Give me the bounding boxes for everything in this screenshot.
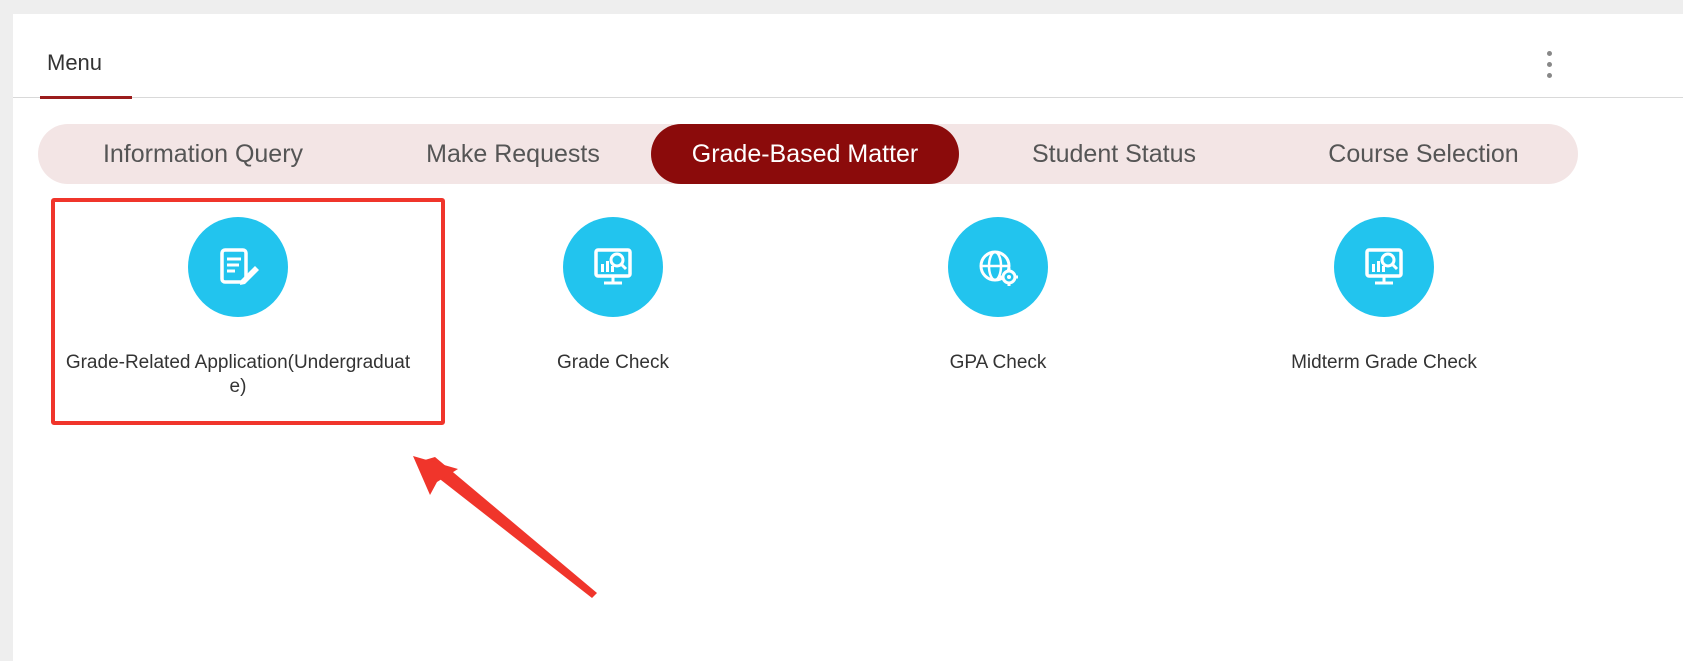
tab-grade-based-matter[interactable]: Grade-Based Matter <box>651 124 959 184</box>
more-options-icon[interactable] <box>1539 44 1559 84</box>
tile-label-line1: GPA Check <box>949 352 1047 373</box>
tab-make-requests[interactable]: Make Requests <box>368 124 658 184</box>
monitor-search-icon <box>1334 217 1434 317</box>
tile-grade-check[interactable]: Grade Check <box>413 214 813 414</box>
tile-label-line1: Grade-Related Application(Undergraduat <box>65 352 411 373</box>
tile-midterm-grade-check[interactable]: Midterm Grade Check <box>1184 214 1584 414</box>
tile-label-line1: Grade Check <box>557 352 669 373</box>
tile-grade-related-application[interactable]: Grade-Related Application(Undergraduat e… <box>38 214 438 414</box>
tile-label: Midterm Grade Check <box>1184 351 1584 375</box>
tile-label: GPA Check <box>798 351 1198 375</box>
title-underline <box>40 96 132 99</box>
category-tab-bar: Information Query Make Requests Grade-Ba… <box>38 124 1578 184</box>
panel-title: Menu <box>47 50 103 75</box>
tab-student-status[interactable]: Student Status <box>959 124 1269 184</box>
edit-document-icon <box>188 217 288 317</box>
tab-information-query[interactable]: Information Query <box>38 124 368 184</box>
panel-header: Menu <box>13 14 1683 99</box>
tile-label: Grade Check <box>413 351 813 375</box>
tab-course-selection[interactable]: Course Selection <box>1269 124 1578 184</box>
monitor-search-icon <box>563 217 663 317</box>
menu-panel: Menu Information Query Make Requests Gra… <box>13 14 1683 661</box>
tile-label-line2: e) <box>229 376 247 397</box>
tile-gpa-check[interactable]: GPA Check <box>798 214 1198 414</box>
tile-label: Grade-Related Application(Undergraduat e… <box>38 351 438 399</box>
tile-label-line1: Midterm Grade Check <box>1291 352 1477 373</box>
gpa-globe-gear-icon <box>948 217 1048 317</box>
